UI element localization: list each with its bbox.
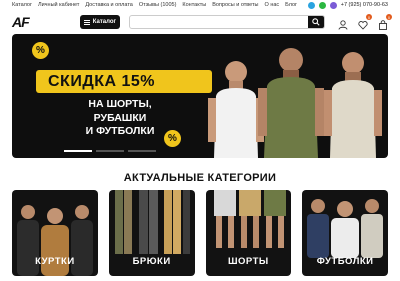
- nav-link-about[interactable]: О нас: [265, 2, 280, 8]
- top-nav-contacts: +7 (925) 070-90-63: [307, 1, 388, 9]
- nav-link-contacts[interactable]: Контакты: [182, 2, 206, 8]
- search-bar: [129, 15, 325, 29]
- hero-subtitle-line2: И ФУТБОЛКИ: [85, 125, 155, 137]
- top-nav: Каталог Личный кабинет Доставка и оплата…: [0, 0, 400, 10]
- category-label: ШОРТЫ: [227, 256, 269, 267]
- category-label: ФУТБОЛКИ: [316, 256, 374, 267]
- whatsapp-icon[interactable]: [318, 1, 326, 9]
- search-input[interactable]: [130, 16, 308, 28]
- category-grid: КУРТКИ БРЮКИ ШОРТЫ ФУТБОЛКИ: [12, 190, 388, 276]
- slider-dot[interactable]: [96, 150, 124, 152]
- hero-banner[interactable]: % % СКИДКА 15% НА ШОРТЫ, РУБАШКИ И ФУТБО…: [12, 34, 388, 158]
- user-icon: [338, 20, 348, 30]
- viber-icon[interactable]: [329, 1, 337, 9]
- catalog-button[interactable]: Каталог: [80, 15, 120, 29]
- category-card-trousers[interactable]: БРЮКИ: [108, 190, 195, 276]
- hero-subtitle-line1: НА ШОРТЫ, РУБАШКИ: [88, 98, 152, 124]
- cart-button[interactable]: 0: [378, 14, 392, 30]
- favorites-button[interactable]: 0: [358, 14, 372, 30]
- percent-badge: %: [32, 42, 49, 59]
- category-label: КУРТКИ: [35, 256, 75, 267]
- top-nav-links: Каталог Личный кабинет Доставка и оплата…: [12, 2, 297, 8]
- bag-icon: [379, 20, 387, 30]
- header: AF Каталог 0 0: [0, 10, 400, 34]
- category-card-shorts[interactable]: ШОРТЫ: [205, 190, 292, 276]
- category-label: БРЮКИ: [132, 256, 171, 267]
- discount-label: СКИДКА 15%: [36, 70, 212, 93]
- heart-icon: [358, 21, 368, 30]
- slider-dot[interactable]: [128, 150, 156, 152]
- model-photo: [208, 61, 264, 158]
- phone-number[interactable]: +7 (925) 070-90-63: [341, 2, 388, 8]
- catalog-button-label: Каталог: [92, 19, 116, 25]
- slider-dot[interactable]: [64, 150, 92, 152]
- favorites-count-badge: 0: [366, 14, 372, 20]
- section-title: АКТУАЛЬНЫЕ КАТЕГОРИИ: [123, 172, 277, 184]
- category-card-tshirts[interactable]: ФУТБОЛКИ: [302, 190, 388, 276]
- nav-link-faq[interactable]: Вопросы и ответы: [212, 2, 258, 8]
- category-card-jackets[interactable]: КУРТКИ: [12, 190, 98, 276]
- slider-dots: [64, 150, 156, 152]
- search-button[interactable]: [308, 16, 324, 28]
- nav-link-catalog[interactable]: Каталог: [12, 2, 32, 8]
- nav-link-reviews[interactable]: Отзывы (1005): [139, 2, 177, 8]
- header-icons: 0 0: [338, 14, 392, 30]
- nav-link-account[interactable]: Личный кабинет: [38, 2, 79, 8]
- cart-count-badge: 0: [386, 14, 392, 20]
- logo[interactable]: AF: [12, 14, 34, 30]
- model-photo: [258, 48, 324, 158]
- search-icon: [312, 18, 320, 26]
- menu-icon: [84, 19, 90, 25]
- model-photo: [324, 52, 382, 158]
- hero-subtitle: НА ШОРТЫ, РУБАШКИ И ФУТБОЛКИ: [64, 98, 176, 139]
- nav-link-delivery[interactable]: Доставка и оплата: [85, 2, 132, 8]
- telegram-icon[interactable]: [307, 1, 315, 9]
- nav-link-blog[interactable]: Блог: [285, 2, 297, 8]
- account-button[interactable]: [338, 17, 348, 30]
